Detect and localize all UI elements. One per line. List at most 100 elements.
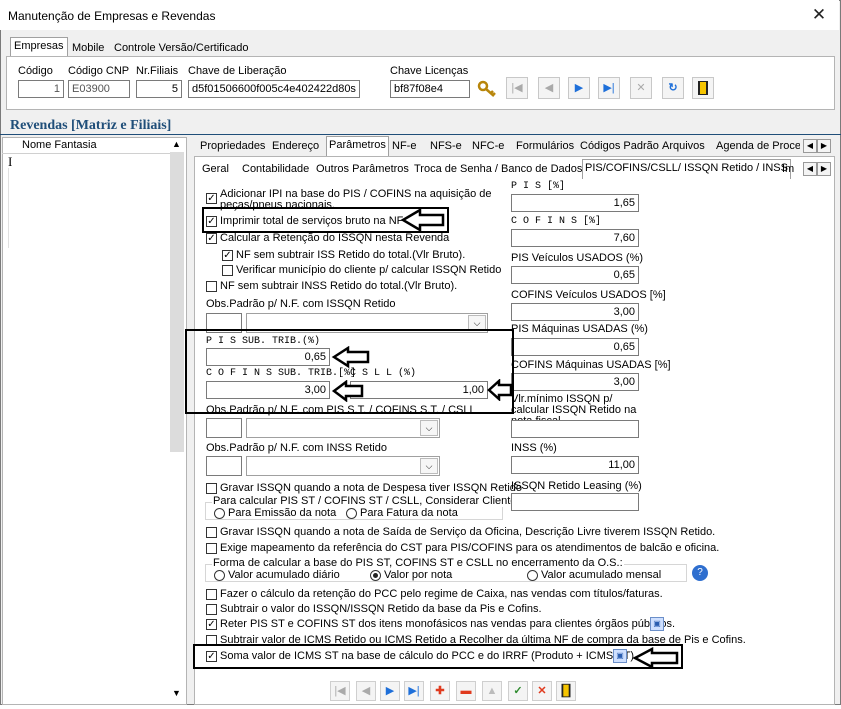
list-scroll-up[interactable]: ▲ — [172, 139, 181, 149]
nr-filiais-field[interactable]: 5 — [136, 80, 182, 98]
radio-acumulado-diario[interactable] — [214, 570, 225, 581]
obs-pis-st-code-field[interactable] — [206, 418, 242, 438]
section-title: Revendas [Matriz e Filiais] — [10, 118, 172, 133]
next-record-button[interactable]: ▶ — [568, 77, 590, 99]
issqn-leasing-label: ISSQN Retido Leasing (%) — [511, 480, 642, 492]
info-icon[interactable]: ▣ — [650, 617, 664, 631]
tab-empresas[interactable]: Empresas — [10, 37, 68, 57]
issqn-leasing-field[interactable] — [511, 493, 639, 511]
tab-nfse[interactable]: NFS-e — [428, 138, 464, 157]
forma-calculo-group-label: Forma de calcular a base do PIS ST, COFI… — [212, 557, 624, 569]
subtab-im[interactable]: Im — [780, 161, 796, 180]
pis-maquinas-field[interactable]: 0,65 — [511, 338, 639, 356]
tab-parametros[interactable]: Parâmetros — [326, 136, 389, 157]
verificar-municipio-label: Verificar município do cliente p/ calcul… — [236, 264, 502, 276]
list-row-divider — [2, 153, 174, 154]
radio-emissao-label: Para Emissão da nota — [228, 507, 337, 519]
prev-record-button[interactable]: ◀ — [538, 77, 560, 99]
save-button[interactable]: ✓ — [508, 681, 528, 701]
exige-mapeamento-checkbox[interactable] — [206, 543, 217, 554]
vlr-minimo-field[interactable] — [511, 420, 639, 438]
calcular-retencao-checkbox[interactable]: ✓ — [206, 233, 217, 244]
pis-veiculos-field[interactable]: 0,65 — [511, 266, 639, 284]
radio-acumulado-mensal[interactable] — [527, 570, 538, 581]
tab-arquivos[interactable]: Arquivos — [660, 138, 707, 157]
reter-pis-cofins-checkbox[interactable]: ✓ — [206, 619, 217, 630]
subtabs-scroll-right[interactable]: ▶ — [817, 162, 831, 176]
cofins-maquinas-label: COFINS Máquinas USADAS [%] — [511, 359, 671, 371]
subtab-outros-parametros[interactable]: Outros Parâmetros — [314, 161, 411, 180]
obs-inss-select[interactable]: ⌵ — [246, 456, 440, 476]
nf-sem-subtrair-inss-checkbox[interactable] — [206, 281, 217, 292]
edit-button[interactable]: ▲ — [482, 681, 502, 701]
chave-liberacao-field[interactable]: d5f01506600f005c4e402422d80s — [188, 80, 360, 98]
codigo-cnp-label: Código CNP — [68, 65, 130, 77]
exit-door-icon[interactable] — [692, 77, 714, 99]
revendas-list[interactable] — [2, 137, 187, 705]
tab-endereco[interactable]: Endereço — [270, 138, 321, 157]
subtrair-issqn-checkbox[interactable] — [206, 604, 217, 615]
radio-emissao-nota[interactable] — [214, 508, 225, 519]
cofins-veiculos-label: COFINS Veículos USADOS [%] — [511, 289, 666, 301]
arrow-left-icon — [632, 647, 679, 669]
cofins-maquinas-field[interactable]: 3,00 — [511, 373, 639, 391]
pis-maquinas-label: PIS Máquinas USADAS (%) — [511, 323, 648, 335]
calc-cliente-group-label: Para calcular PIS ST / COFINS ST / CSLL,… — [212, 495, 521, 507]
refresh-icon[interactable]: ↻ — [662, 77, 684, 99]
gravar-issqn-saida-label: Gravar ISSQN quando a nota de Saída de S… — [220, 526, 716, 538]
obs-pis-st-select[interactable]: ⌵ — [246, 418, 440, 438]
tab-mobile[interactable]: Mobile — [68, 39, 108, 57]
obs-inss-code-field[interactable] — [206, 456, 242, 476]
codigo-field[interactable]: 1 — [18, 80, 64, 98]
tab-agenda[interactable]: Agenda de Proce: — [714, 138, 800, 157]
last-record-button[interactable]: ▶| — [598, 77, 620, 99]
subtab-contabilidade[interactable]: Contabilidade — [240, 161, 311, 180]
list-scroll-down[interactable]: ▼ — [172, 688, 181, 698]
codigo-cnp-field[interactable]: E03900 — [68, 80, 130, 98]
gravar-issqn-despesa-checkbox[interactable] — [206, 483, 217, 494]
nf-sem-subtrair-iss-checkbox[interactable]: ✓ — [222, 250, 233, 261]
tab-nfce[interactable]: NFC-e — [470, 138, 506, 157]
tab-codigos-padrao[interactable]: Códigos Padrão — [578, 138, 661, 157]
cofins-label: C O F I N S [%] — [511, 216, 602, 227]
tab-controle-versao[interactable]: Controle Versão/Certificado — [110, 39, 253, 57]
exit-door-icon[interactable] — [556, 681, 576, 701]
tab-propriedades[interactable]: Propriedades — [198, 138, 267, 157]
window-title: Manutenção de Empresas e Revendas — [8, 9, 216, 23]
cofins-field[interactable]: 7,60 — [511, 229, 639, 247]
radio-valor-por-nota[interactable] — [370, 570, 381, 581]
next-button[interactable]: ▶ — [380, 681, 400, 701]
arrow-left-icon — [331, 346, 370, 368]
add-button[interactable]: ✚ — [430, 681, 450, 701]
tabs-scroll-right[interactable]: ▶ — [817, 139, 831, 153]
subtab-troca-senha[interactable]: Troca de Senha / Banco de Dados — [412, 161, 584, 180]
key-icon[interactable] — [476, 78, 498, 100]
fazer-calculo-pcc-checkbox[interactable] — [206, 589, 217, 600]
gravar-issqn-saida-checkbox[interactable] — [206, 527, 217, 538]
cancel-button[interactable]: ✕ — [532, 681, 552, 701]
cancel-icon[interactable]: ✕ — [630, 77, 652, 99]
close-button[interactable]: ✕ — [806, 4, 832, 26]
tab-nfe[interactable]: NF-e — [390, 138, 418, 157]
first-record-button[interactable]: |◀ — [506, 77, 528, 99]
inss-field[interactable]: 11,00 — [511, 456, 639, 474]
chave-licencas-field[interactable]: bf87f08e4 — [390, 80, 470, 98]
subtab-pis-cofins[interactable]: PIS/COFINS/CSLL/ ISSQN Retido / INSS — [582, 159, 791, 180]
cofins-veiculos-field[interactable]: 3,00 — [511, 303, 639, 321]
radio-fatura-nota[interactable] — [346, 508, 357, 519]
list-scrollbar-thumb[interactable] — [170, 152, 184, 452]
subtabs-scroll-left[interactable]: ◀ — [803, 162, 817, 176]
delete-button[interactable]: ▬ — [456, 681, 476, 701]
first-button[interactable]: |◀ — [330, 681, 350, 701]
last-button[interactable]: ▶| — [404, 681, 424, 701]
subtab-geral[interactable]: Geral — [200, 161, 231, 180]
prev-button[interactable]: ◀ — [356, 681, 376, 701]
adicionar-ipi-checkbox[interactable]: ✓ — [206, 193, 217, 204]
verificar-municipio-checkbox[interactable] — [222, 265, 233, 276]
tab-formularios[interactable]: Formulários — [514, 138, 576, 157]
reter-pis-cofins-label: Reter PIS ST e COFINS ST dos itens monof… — [220, 618, 676, 630]
tabs-scroll-left[interactable]: ◀ — [803, 139, 817, 153]
help-icon[interactable]: ? — [692, 565, 708, 581]
pis-field[interactable]: 1,65 — [511, 194, 639, 212]
subtrair-issqn-label: Subtrair o valor do ISSQN/ISSQN Retido d… — [220, 603, 542, 615]
